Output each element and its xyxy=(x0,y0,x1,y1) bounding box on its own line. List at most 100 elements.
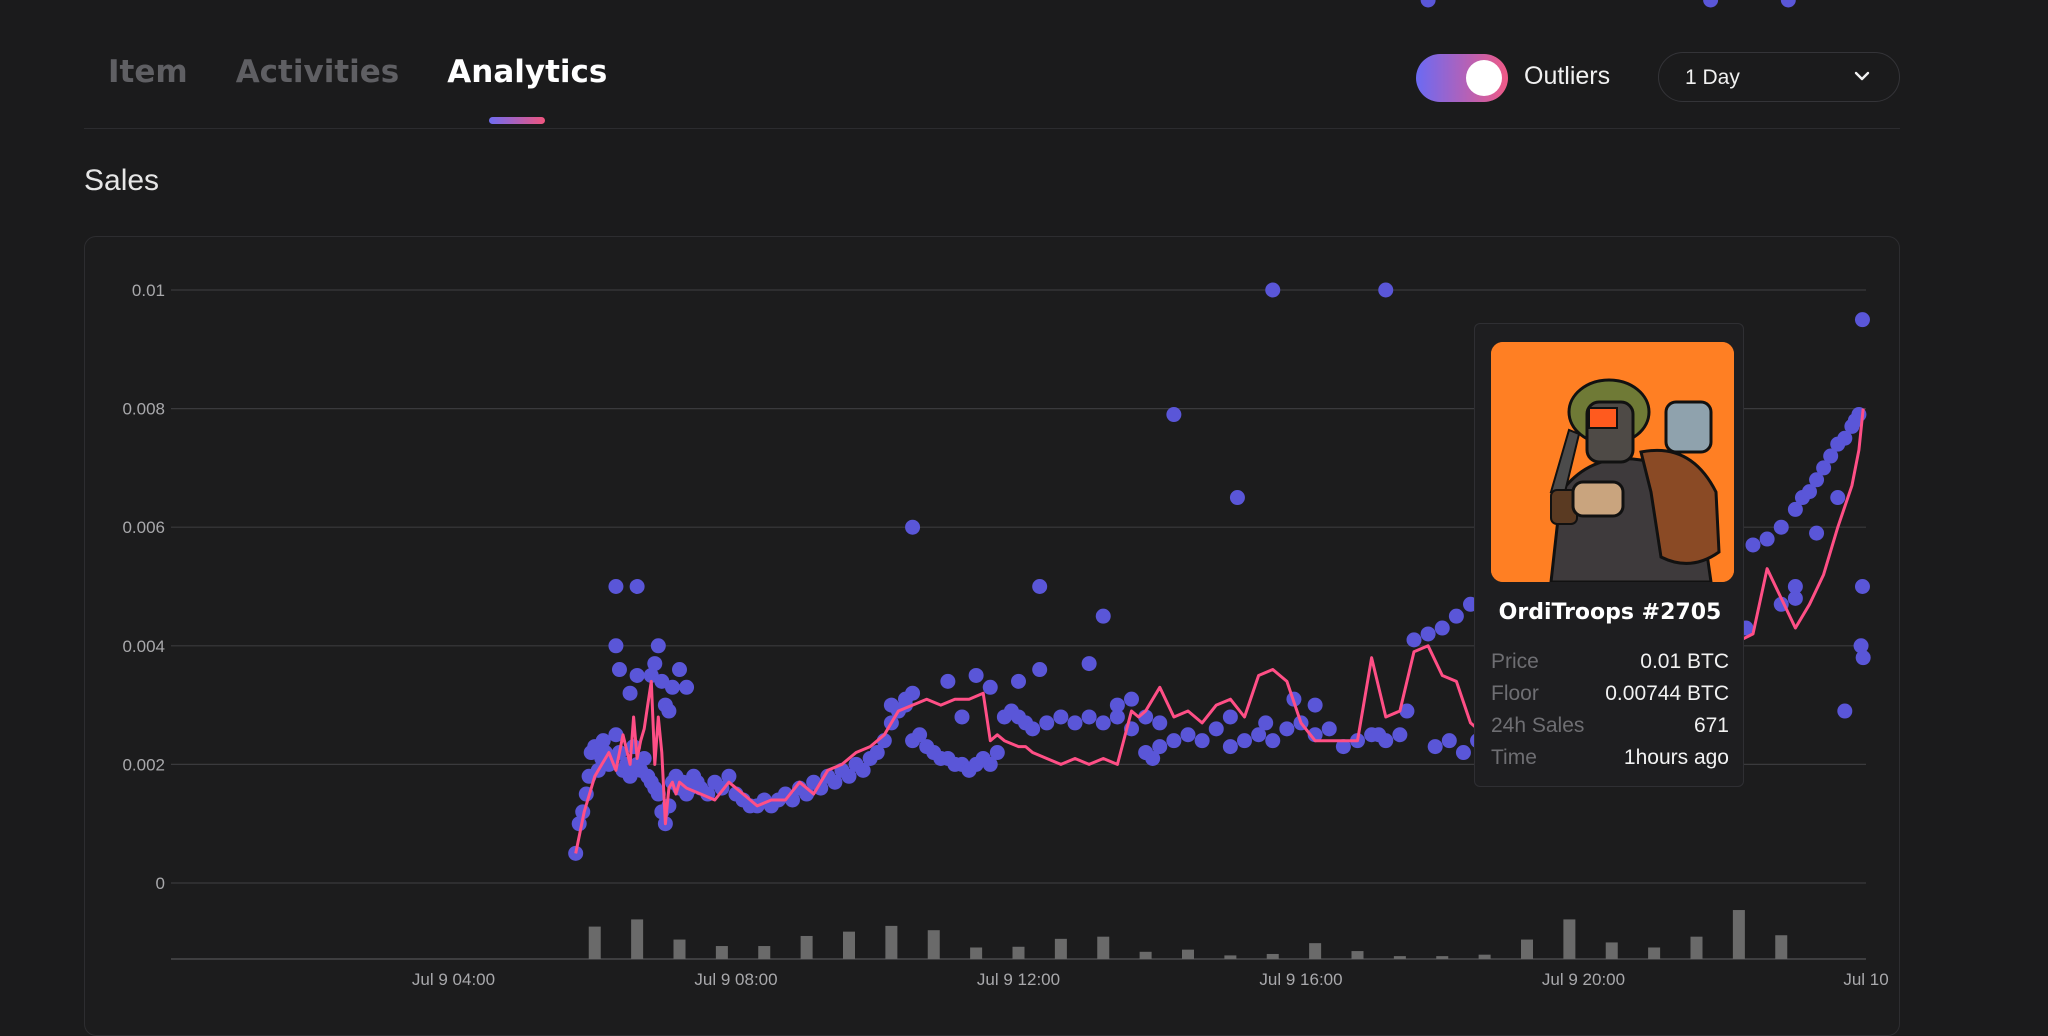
volume-bar xyxy=(1690,936,1703,959)
sale-point xyxy=(1222,739,1238,755)
sale-point xyxy=(968,667,984,683)
sale-point xyxy=(1039,715,1055,731)
sale-point xyxy=(1053,709,1069,725)
volume-bar xyxy=(715,946,728,959)
sale-point xyxy=(1854,579,1870,594)
sale-point xyxy=(1759,531,1775,547)
x-axis-ticks: Jul 9 04:00 Jul 9 08:00 Jul 9 12:00 Jul 9 1… xyxy=(412,970,1889,989)
volume-bar xyxy=(1182,949,1194,959)
tooltip-value: 0.00744 BTC xyxy=(1605,682,1729,705)
volume-bar xyxy=(1012,946,1025,959)
sale-point xyxy=(1067,715,1083,731)
sale-point xyxy=(1109,697,1125,713)
sale-point xyxy=(1434,620,1450,636)
volume-bar xyxy=(800,935,813,959)
volume-bar xyxy=(885,925,898,959)
x-tick-label: Jul 9 12:00 xyxy=(977,970,1060,989)
x-tick-label: Jul 9 20:00 xyxy=(1542,970,1625,989)
sale-point xyxy=(1166,407,1182,423)
volume-bars xyxy=(588,910,1788,959)
sale-point xyxy=(1011,673,1026,689)
sale-point xyxy=(1448,608,1464,624)
sale-point xyxy=(1095,715,1111,731)
tooltip-label: Floor xyxy=(1491,682,1539,705)
volume-bar xyxy=(588,926,601,959)
sale-point xyxy=(647,656,663,672)
sale-point xyxy=(1420,626,1436,642)
sale-point xyxy=(1208,721,1224,737)
sale-point xyxy=(905,519,921,535)
volume-bar xyxy=(1521,939,1533,959)
sale-point xyxy=(1420,0,1436,8)
sale-point xyxy=(1441,733,1457,749)
sale-point xyxy=(1032,579,1048,594)
sale-point xyxy=(661,703,677,719)
tooltip-label: Price xyxy=(1491,650,1539,673)
volume-bar xyxy=(927,930,940,959)
x-tick-label: Jul 9 16:00 xyxy=(1259,970,1342,989)
nft-thumbnail xyxy=(1491,342,1734,582)
sale-point xyxy=(1837,703,1853,719)
sale-point xyxy=(664,679,680,695)
sale-point xyxy=(622,685,638,701)
volume-bar xyxy=(1775,935,1788,959)
x-tick-label: Jul 9 04:00 xyxy=(412,970,495,989)
sale-point xyxy=(650,638,666,654)
volume-bar xyxy=(1648,947,1661,959)
sale-point xyxy=(1703,0,1719,8)
sale-point xyxy=(1166,733,1182,749)
sale-point xyxy=(1773,519,1789,535)
sale-point xyxy=(1222,709,1238,725)
sale-point xyxy=(1854,312,1870,328)
sale-point xyxy=(1371,727,1387,743)
sale-point xyxy=(1321,721,1337,737)
sale-point xyxy=(1745,537,1761,553)
sale-point xyxy=(1265,733,1281,749)
sale-point xyxy=(1194,733,1210,749)
sale-point xyxy=(940,673,956,689)
sale-point xyxy=(1229,490,1245,506)
volume-bar xyxy=(1054,938,1067,959)
sale-point xyxy=(883,697,899,713)
volume-bar xyxy=(1224,955,1237,959)
sale-point xyxy=(989,745,1005,761)
volume-bar xyxy=(1097,936,1110,959)
sale-point xyxy=(672,662,687,678)
tooltip-value: 1hours ago xyxy=(1623,746,1729,769)
sale-point xyxy=(629,579,645,594)
y-tick-label: 0.01 xyxy=(132,281,165,300)
volume-bar xyxy=(1732,910,1745,959)
volume-bar xyxy=(1351,951,1364,959)
y-tick-label: 0 xyxy=(156,874,165,893)
sale-point xyxy=(1279,721,1295,737)
volume-bar xyxy=(1605,942,1618,959)
volume-bar xyxy=(673,939,686,959)
sale-point xyxy=(1124,691,1139,707)
sale-point xyxy=(1378,282,1394,298)
sale-point xyxy=(1855,650,1871,666)
sale-point xyxy=(629,667,645,683)
volume-bar xyxy=(631,919,644,959)
sale-point xyxy=(1427,739,1443,755)
sale-point xyxy=(1258,715,1274,731)
volume-bar xyxy=(1478,954,1491,959)
x-tick-label: Jul 9 08:00 xyxy=(694,970,777,989)
sale-point xyxy=(1455,745,1471,761)
volume-bar xyxy=(1436,956,1449,959)
sale-point xyxy=(1081,709,1097,725)
sale-point xyxy=(608,638,624,654)
sale-point xyxy=(1180,727,1196,743)
sale-point xyxy=(1095,608,1111,624)
volume-bar xyxy=(1393,956,1406,959)
y-tick-label: 0.006 xyxy=(122,518,165,537)
volume-bar xyxy=(843,931,855,959)
sale-point xyxy=(1152,739,1168,755)
sale-point xyxy=(611,662,627,678)
sale-point xyxy=(1265,282,1281,298)
y-tick-label: 0.004 xyxy=(122,637,165,656)
tooltip-value: 671 xyxy=(1693,714,1729,737)
soldier-illustration xyxy=(1491,342,1734,582)
sale-point xyxy=(1830,490,1846,506)
volume-bar xyxy=(1266,953,1279,959)
y-axis-ticks: 0 0.002 0.004 0.006 0.008 0.01 xyxy=(122,281,165,893)
